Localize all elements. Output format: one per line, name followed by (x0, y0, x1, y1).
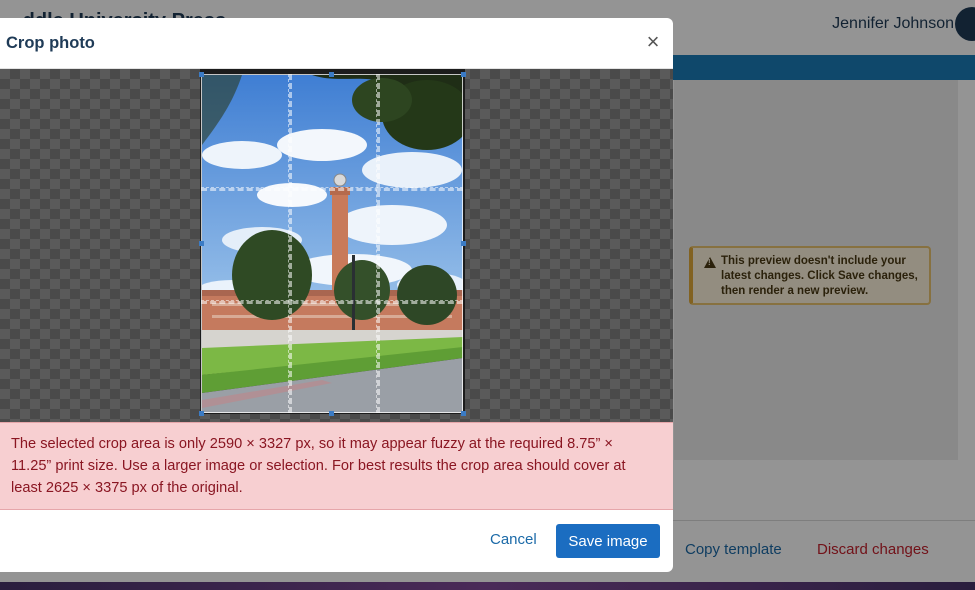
dialog-header: Crop photo × (0, 18, 673, 69)
dialog-footer: Cancel Save image (0, 510, 673, 572)
save-image-button[interactable]: Save image (556, 524, 660, 558)
crop-canvas[interactable] (0, 69, 673, 422)
crop-guide-horizontal-2 (201, 300, 463, 304)
crop-handle-right[interactable] (461, 241, 466, 246)
dialog-title: Crop photo (6, 34, 95, 52)
crop-photo-dialog: Crop photo × The selected crop area is o… (0, 18, 673, 572)
crop-guide-vertical-2 (376, 74, 380, 413)
crop-handle-left[interactable] (199, 241, 204, 246)
crop-handle-top-right[interactable] (461, 72, 466, 77)
close-icon[interactable]: × (640, 29, 666, 55)
resolution-alert-text: The selected crop area is only 2590 × 33… (11, 436, 626, 496)
crop-selection[interactable] (201, 74, 463, 413)
crop-guide-vertical-1 (288, 74, 292, 413)
os-taskbar (0, 582, 975, 590)
crop-handle-bottom[interactable] (329, 411, 334, 416)
resolution-alert: The selected crop area is only 2590 × 33… (0, 422, 673, 510)
crop-handle-top-left[interactable] (199, 72, 204, 77)
crop-guide-horizontal-1 (201, 187, 463, 191)
crop-handle-top[interactable] (329, 72, 334, 77)
cancel-button[interactable]: Cancel (480, 525, 547, 555)
crop-handle-bottom-left[interactable] (199, 411, 204, 416)
crop-handle-bottom-right[interactable] (461, 411, 466, 416)
